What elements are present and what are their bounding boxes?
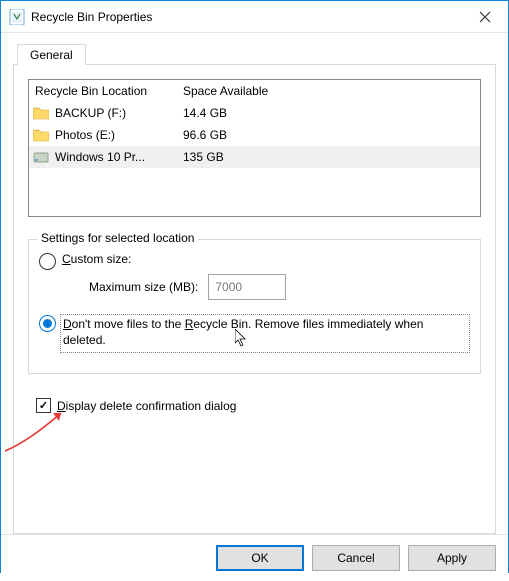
cursor-icon	[235, 329, 249, 347]
tab-general[interactable]: General	[17, 44, 86, 65]
locations-listview[interactable]: Recycle Bin Location Space Available BAC…	[28, 79, 481, 217]
max-size-row: Maximum size (MB):	[89, 274, 470, 300]
radio-custom-size-label: Custom size:	[62, 252, 131, 266]
radio-custom-size[interactable]	[39, 253, 56, 270]
space-cell: 96.6 GB	[177, 128, 480, 142]
space-cell: 135 GB	[177, 150, 480, 164]
radio-dont-move-label: Don't move files to the Recycle Bin. Rem…	[60, 314, 470, 353]
table-row[interactable]: Windows 10 Pr... 135 GB	[29, 146, 480, 168]
button-bar: OK Cancel Apply	[1, 534, 508, 581]
tabstrip: General	[13, 43, 496, 65]
location-cell: Photos (E:)	[29, 128, 177, 142]
column-header-location[interactable]: Recycle Bin Location	[29, 80, 177, 102]
ok-button[interactable]: OK	[216, 545, 304, 571]
window-title: Recycle Bin Properties	[31, 10, 462, 24]
disk-icon	[33, 150, 49, 164]
column-header-space[interactable]: Space Available	[177, 80, 480, 102]
radio-dont-move[interactable]	[39, 315, 56, 332]
listview-header: Recycle Bin Location Space Available	[29, 80, 480, 102]
cancel-button[interactable]: Cancel	[312, 545, 400, 571]
location-name: Photos (E:)	[55, 128, 115, 142]
close-button[interactable]	[462, 1, 508, 33]
client-area: General Recycle Bin Location Space Avail…	[1, 33, 508, 534]
table-row[interactable]: BACKUP (F:) 14.4 GB	[29, 102, 480, 124]
settings-groupbox: Settings for selected location Custom si…	[28, 239, 481, 374]
tab-panel-general: Recycle Bin Location Space Available BAC…	[13, 64, 496, 534]
display-confirmation-row[interactable]: Display delete confirmation dialog	[36, 398, 481, 413]
location-cell: BACKUP (F:)	[29, 106, 177, 120]
space-cell: 14.4 GB	[177, 106, 480, 120]
table-row[interactable]: Photos (E:) 96.6 GB	[29, 124, 480, 146]
location-cell: Windows 10 Pr...	[29, 150, 177, 164]
properties-window: Recycle Bin Properties General Recycle B…	[0, 0, 509, 573]
display-confirmation-label: Display delete confirmation dialog	[57, 399, 236, 413]
max-size-input[interactable]	[208, 274, 286, 300]
radio-dont-move-row[interactable]: Don't move files to the Recycle Bin. Rem…	[39, 314, 470, 353]
display-confirmation-checkbox[interactable]	[36, 398, 51, 413]
titlebar[interactable]: Recycle Bin Properties	[1, 1, 508, 33]
recycle-bin-icon	[9, 9, 25, 25]
location-name: Windows 10 Pr...	[55, 150, 145, 164]
apply-button[interactable]: Apply	[408, 545, 496, 571]
radio-custom-size-row[interactable]: Custom size:	[39, 252, 470, 270]
location-name: BACKUP (F:)	[55, 106, 126, 120]
groupbox-title: Settings for selected location	[37, 231, 198, 245]
folder-icon	[33, 106, 49, 120]
folder-icon	[33, 128, 49, 142]
max-size-label: Maximum size (MB):	[89, 280, 198, 294]
